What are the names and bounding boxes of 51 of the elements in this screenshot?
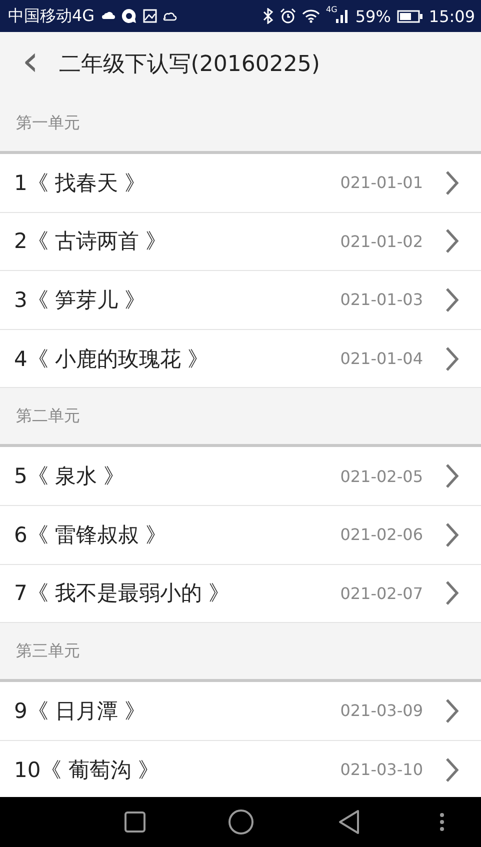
- app-icon: [120, 8, 137, 24]
- section-title: 第一单元: [16, 112, 80, 134]
- chevron-icon: [445, 228, 459, 254]
- chevron-icon: [445, 580, 459, 606]
- lesson-title: 2《 古诗两首 》: [14, 228, 168, 256]
- more-icon[interactable]: [439, 812, 445, 832]
- lesson-title: 7《 我不是最弱小的 》: [14, 580, 231, 608]
- lesson-code: 021-02-05: [340, 466, 423, 486]
- lesson-title: 10《 葡萄沟 》: [14, 756, 160, 784]
- chevron-icon: [445, 346, 459, 372]
- network-label: 4G: [326, 5, 338, 14]
- lesson-code: 021-03-09: [340, 701, 423, 720]
- signal-icon: [335, 8, 350, 24]
- lesson-code: 021-01-01: [340, 173, 423, 192]
- lesson-title: 9《 日月潭 》: [14, 698, 147, 725]
- bluetooth-icon: [262, 8, 274, 24]
- lesson-code: 021-01-02: [340, 232, 423, 251]
- weather-icon: [162, 10, 177, 22]
- lesson-item[interactable]: 2《 古诗两首 》 021-01-02: [0, 212, 481, 272]
- chevron-icon: [445, 756, 459, 783]
- back-icon[interactable]: [338, 809, 360, 835]
- lesson-code: 021-02-06: [340, 525, 423, 544]
- chevron-icon: [445, 286, 459, 313]
- lesson-title: 3《 笋芽儿 》: [14, 286, 147, 314]
- lesson-title: 1《 找春天 》: [14, 170, 147, 197]
- lesson-code: 021-01-03: [340, 290, 423, 310]
- page-title: 二年级下认写(20160225): [58, 50, 320, 78]
- chevron-icon: [445, 463, 459, 490]
- home-icon[interactable]: [228, 809, 254, 835]
- lesson-title: 4《 小鹿的玫瑰花 》: [14, 346, 210, 373]
- chevron-icon: [445, 522, 459, 548]
- wifi-icon: [302, 9, 320, 23]
- alarm-icon: [280, 8, 296, 24]
- chevron-icon: [445, 170, 459, 196]
- chevron-icon: [445, 698, 459, 724]
- section-title: 第二单元: [16, 406, 80, 427]
- battery-icon: [396, 10, 423, 22]
- lesson-title: 6《 雷锋叔叔 》: [14, 522, 168, 549]
- lesson-code: 021-02-07: [340, 584, 423, 603]
- recent-apps-icon[interactable]: [124, 811, 146, 833]
- cloud-icon: [100, 10, 115, 22]
- lesson-item[interactable]: 7《 我不是最弱小的 》 021-02-07: [0, 564, 481, 624]
- battery-percent: 59%: [355, 6, 391, 26]
- back-button[interactable]: ‹: [18, 40, 43, 82]
- clock-time: 15:09: [428, 6, 475, 26]
- lesson-code: 021-01-04: [340, 349, 423, 368]
- image-icon: [142, 9, 157, 23]
- section-title: 第三单元: [16, 640, 80, 662]
- lesson-title: 5《 泉水 》: [14, 463, 126, 490]
- lesson-code: 021-03-10: [340, 760, 423, 780]
- carrier-label: 中国移动4G: [8, 6, 95, 26]
